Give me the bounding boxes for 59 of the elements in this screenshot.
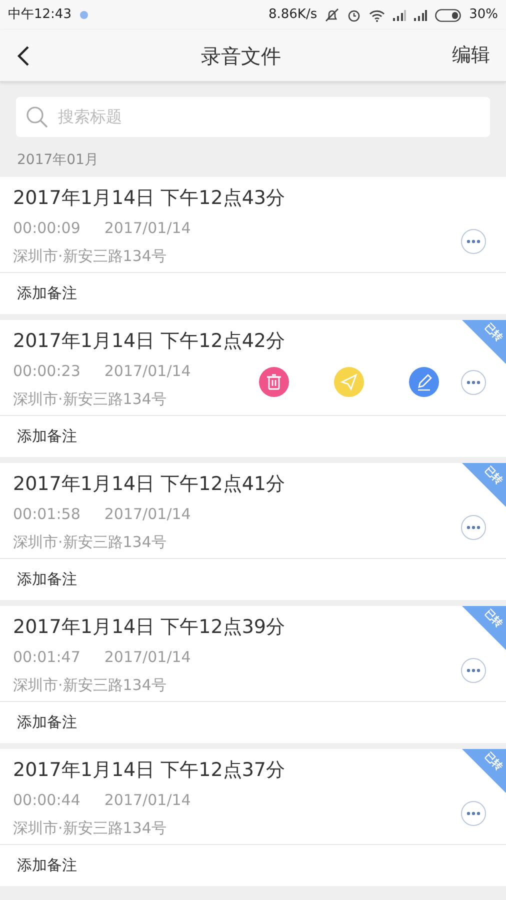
recording-card[interactable]: 2017年1月14日 下午12点42分 00:00:23 2017/01/14 深圳市·新安三路134号 添加备注 已转 xyxy=(0,320,506,457)
duration-text: 00:01:58 xyxy=(13,504,80,524)
location-text: 深圳市·新安三路134号 xyxy=(13,532,168,552)
duration-text: 00:01:47 xyxy=(13,647,80,667)
back-button[interactable] xyxy=(16,44,30,68)
search-field[interactable]: 搜索标题 xyxy=(56,104,480,130)
recording-card[interactable]: 2017年1月14日 下午12点39分 00:01:47 2017/01/14 深圳市·新安三路134号 添加备注 已转 xyxy=(0,606,506,743)
ellipsis-icon xyxy=(466,668,481,673)
clock-text: 中午12:43 xyxy=(8,6,72,24)
transferred-corner-badge: 已转 xyxy=(462,749,506,793)
ellipsis-icon xyxy=(466,380,481,384)
ellipsis-icon xyxy=(466,525,481,530)
battery-icon xyxy=(435,8,462,22)
more-button[interactable] xyxy=(461,515,486,540)
transferred-corner-badge: 已转 xyxy=(462,606,506,650)
location-text: 深圳市·新安三路134号 xyxy=(13,675,168,695)
recording-title: 2017年1月14日 下午12点43分 xyxy=(13,186,286,211)
ellipsis-icon xyxy=(466,239,481,244)
signal-icon xyxy=(393,10,406,20)
add-note-link[interactable]: 添加备注 xyxy=(0,272,506,314)
edit-button[interactable]: 编辑 xyxy=(452,41,490,70)
duration-text: 00:00:44 xyxy=(13,790,80,810)
date-text: 2017/01/14 xyxy=(104,361,191,381)
notification-dot-icon xyxy=(79,10,90,20)
date-text: 2017/01/14 xyxy=(104,218,191,238)
battery-text: 30% xyxy=(469,6,498,24)
recording-card[interactable]: 2017年1月14日 下午12点37分 00:00:44 2017/01/14 深圳市·新安三路134号 添加备注 已转 xyxy=(0,749,506,886)
duration-text: 00:00:23 xyxy=(13,361,80,381)
recording-card[interactable]: 2017年1月14日 下午12点41分 00:01:58 2017/01/14 深圳市·新安三路134号 添加备注 已转 xyxy=(0,463,506,600)
edit-note-button[interactable] xyxy=(409,367,439,397)
bell-off-icon xyxy=(325,8,340,22)
section-header: 2017年01月 xyxy=(16,151,100,170)
page-title: 录音文件 xyxy=(201,42,281,70)
more-button[interactable] xyxy=(461,229,486,254)
search-icon xyxy=(26,106,48,128)
ellipsis-icon xyxy=(466,811,481,816)
add-note-link[interactable]: 添加备注 xyxy=(0,415,506,457)
recording-card[interactable]: 2017年1月14日 下午12点43分 00:00:09 2017/01/14 深圳市·新安三路134号 添加备注 xyxy=(0,177,506,314)
delete-button[interactable] xyxy=(259,367,289,397)
date-text: 2017/01/14 xyxy=(104,647,191,667)
wifi-icon xyxy=(369,8,386,22)
add-note-link[interactable]: 添加备注 xyxy=(0,558,506,600)
location-text: 深圳市·新安三路134号 xyxy=(13,818,168,838)
add-note-link[interactable]: 添加备注 xyxy=(0,701,506,743)
transferred-corner-badge: 已转 xyxy=(462,320,506,364)
alarm-clock-icon xyxy=(347,8,362,22)
add-note-link[interactable]: 添加备注 xyxy=(0,844,506,886)
duration-text: 00:00:09 xyxy=(13,218,80,238)
more-button[interactable] xyxy=(461,801,486,826)
location-text: 深圳市·新安三路134号 xyxy=(13,246,168,266)
network-speed-text: 8.86K/s xyxy=(268,6,318,24)
more-button[interactable] xyxy=(461,658,486,683)
more-button[interactable] xyxy=(461,370,486,394)
date-text: 2017/01/14 xyxy=(104,790,191,810)
location-text: 深圳市·新安三路134号 xyxy=(13,389,168,409)
transferred-corner-badge: 已转 xyxy=(462,463,506,507)
signal-icon xyxy=(414,10,428,20)
date-text: 2017/01/14 xyxy=(104,504,191,524)
search-bar[interactable]: 搜索标题 xyxy=(16,97,490,137)
